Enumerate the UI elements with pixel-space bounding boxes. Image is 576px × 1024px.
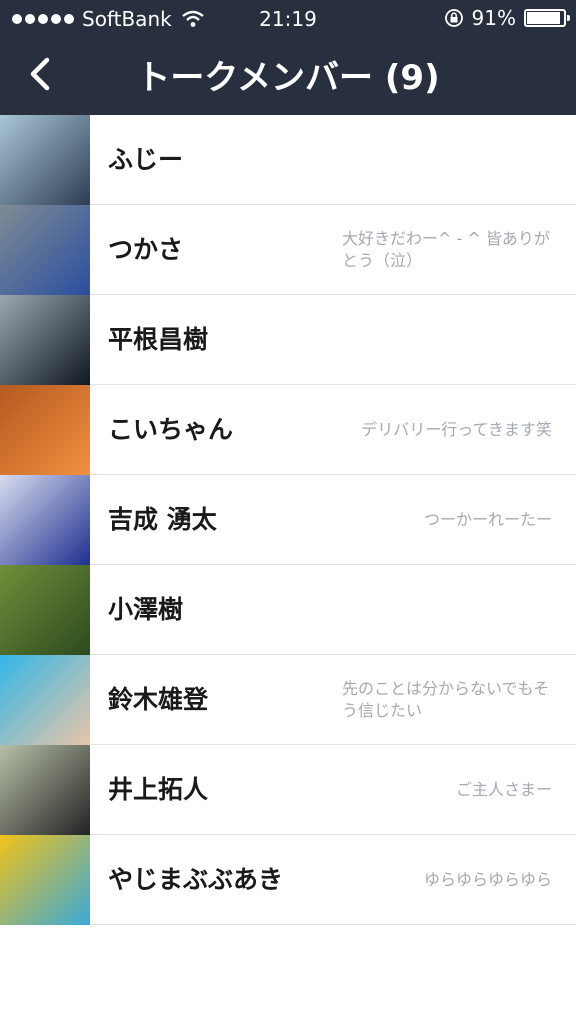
member-status-message: 先のことは分からないでもそう信じたい [342,678,550,720]
member-row[interactable]: 井上拓人 ご主人さまー [0,745,576,835]
member-row[interactable]: 鈴木雄登 先のことは分からないでもそう信じたい [0,655,576,745]
status-right-group: 91% [444,6,570,30]
member-row[interactable]: つかさ 大好きだわー^ - ^ 皆ありがとう（泣） [0,205,576,295]
member-name: 井上拓人 [108,775,209,804]
avatar[interactable] [0,655,90,745]
member-name: つかさ [108,235,184,264]
member-row[interactable]: 吉成 湧太 つーかーれーたー [0,475,576,565]
member-list: ふじーつかさ 大好きだわー^ - ^ 皆ありがとう（泣） 平根昌樹こいちゃん デリバリ… [0,115,576,925]
member-status-message: ご主人さまー [455,779,552,799]
member-row[interactable]: 平根昌樹 [0,295,576,385]
member-status-message: つーかーれーたー [423,509,552,529]
avatar[interactable] [0,565,90,655]
status-bar: SoftBank 21:19 91% [0,0,576,38]
member-row[interactable]: ふじー [0,115,576,205]
member-name: 平根昌樹 [108,325,209,354]
member-name: 吉成 湧太 [108,505,217,534]
rotation-lock-icon [444,9,463,27]
member-status-message: 大好きだわー^ - ^ 皆ありがとう（泣） [342,228,550,270]
member-name: 小澤樹 [108,595,184,624]
avatar[interactable] [0,835,90,925]
member-name: こいちゃん [108,415,234,444]
member-name: 鈴木雄登 [108,685,209,714]
battery-percent: 91% [471,6,516,30]
member-name: やじまぶぶあき [108,865,284,894]
avatar[interactable] [0,385,90,475]
member-row[interactable]: やじまぶぶあき ゆらゆらゆらゆら [0,835,576,925]
avatar[interactable] [0,295,90,385]
avatar[interactable] [0,205,90,295]
avatar[interactable] [0,475,90,565]
member-row[interactable]: 小澤樹 [0,565,576,655]
member-status-message: デリバリー行ってきます笑 [361,419,552,439]
avatar[interactable] [0,745,90,835]
member-name: ふじー [108,145,184,174]
battery-icon [524,9,570,27]
avatar[interactable] [0,115,90,205]
member-row[interactable]: こいちゃん デリバリー行ってきます笑 [0,385,576,475]
member-status-message: ゆらゆらゆらゆら [423,869,552,889]
page-title: トークメンバー (9) [136,58,440,98]
header: SoftBank 21:19 91% トークメンバー (9) [0,0,576,115]
